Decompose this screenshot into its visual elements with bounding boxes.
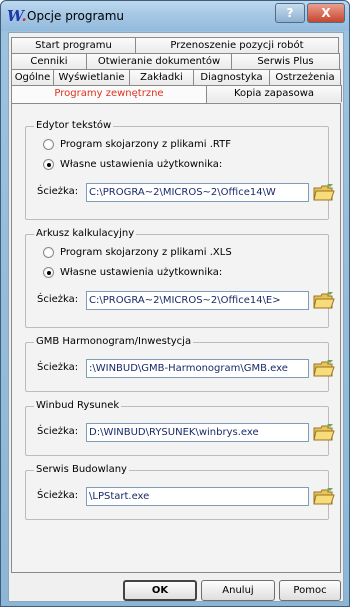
- text-editor-path-input[interactable]: C:\PROGRA~2\MICROS~2\Office14\W: [86, 183, 309, 202]
- radio-button[interactable]: [43, 246, 54, 258]
- group-edytor-tekstow: Edytor tekstów Program skojarzony z plik…: [25, 120, 335, 220]
- browse-folder-icon[interactable]: [313, 290, 335, 310]
- tab-ogolne[interactable]: Ogólne: [11, 69, 54, 86]
- tab-row-1: Start programu Przenoszenie pozycji robó…: [11, 37, 339, 54]
- tab-row-4: Programy zewnętrzne Kopia zapasowa: [11, 85, 342, 104]
- tab-otwieranie-dokumentow[interactable]: Otwieranie dokumentów: [86, 53, 232, 70]
- tab-zakladki[interactable]: Zakładki: [129, 69, 194, 86]
- radio-button-checked[interactable]: [43, 266, 54, 278]
- tab-page-programy-zewnetrzne: Edytor tekstów Program skojarzony z plik…: [11, 103, 341, 573]
- group-title: Winbud Rysunek: [34, 400, 122, 411]
- tab-cenniki[interactable]: Cenniki: [11, 53, 87, 70]
- radio-custom-option[interactable]: Własne ustawienia użytkownika:: [43, 157, 222, 171]
- winbud-app-icon: W.: [7, 7, 27, 25]
- group-title: Edytor tekstów: [34, 120, 114, 131]
- tab-serwis-plus[interactable]: Serwis Plus: [231, 53, 340, 70]
- radio-label: Własne ustawienia użytkownika:: [60, 158, 223, 170]
- path-label: Ścieżka:: [37, 426, 79, 437]
- help-title-button[interactable]: ?: [275, 3, 305, 23]
- ok-button[interactable]: OK: [123, 580, 197, 601]
- radio-label: Program skojarzony z plikami .RTF: [60, 138, 231, 150]
- browse-folder-icon[interactable]: [313, 358, 335, 378]
- options-window: W. Opcje programu ? X Start programu Prz…: [0, 0, 350, 607]
- dialog-client-area: Start programu Przenoszenie pozycji robó…: [8, 32, 344, 602]
- radio-rtf-option[interactable]: Program skojarzony z plikami .RTF: [43, 137, 231, 151]
- radio-label: Program skojarzony z plikami .XLS: [60, 246, 232, 258]
- path-label: Ścieżka:: [37, 362, 79, 373]
- title-bar[interactable]: W. Opcje programu ? X: [1, 1, 349, 31]
- tab-kopia-zapasowa[interactable]: Kopia zapasowa: [206, 85, 342, 102]
- group-serwis-budowlany: Serwis Budowlany Ścieżka: \LPStart.exe: [25, 464, 335, 520]
- path-label: Ścieżka:: [37, 294, 79, 305]
- spreadsheet-path-input[interactable]: C:\PROGRA~2\MICROS~2\Office14\E>: [86, 291, 309, 310]
- help-button[interactable]: Pomoc: [279, 580, 341, 601]
- radio-xls-option[interactable]: Program skojarzony z plikami .XLS: [43, 245, 232, 259]
- path-label: Ścieżka:: [37, 186, 79, 197]
- tab-wyswietlanie[interactable]: Wyświetlanie: [53, 69, 130, 86]
- group-winbud-rysunek: Winbud Rysunek Ścieżka: D:\WINBUD\RYSUNE…: [25, 400, 335, 456]
- radio-button-checked[interactable]: [43, 158, 54, 170]
- cancel-button[interactable]: Anuluj: [201, 580, 275, 601]
- radio-button[interactable]: [43, 138, 54, 150]
- tab-przenoszenie-pozycji[interactable]: Przenoszenie pozycji robót: [135, 37, 339, 54]
- browse-folder-icon[interactable]: [313, 182, 335, 202]
- browse-folder-icon[interactable]: [313, 486, 335, 506]
- window-title: Opcje programu: [27, 9, 125, 23]
- group-gmb-harmonogram: GMB Harmonogram/Inwestycja Ścieżka: :\WI…: [25, 336, 335, 392]
- group-title: GMB Harmonogram/Inwestycja: [34, 336, 194, 347]
- tab-start-programu[interactable]: Start programu: [11, 37, 136, 54]
- tab-diagnostyka[interactable]: Diagnostyka: [193, 69, 270, 86]
- group-title: Arkusz kalkulacyjny: [34, 228, 137, 239]
- radio-label: Własne ustawienia użytkownika:: [60, 266, 223, 278]
- radio-custom-option[interactable]: Własne ustawienia użytkownika:: [43, 265, 222, 279]
- tab-programy-zewnetrzne[interactable]: Programy zewnętrzne: [11, 85, 207, 104]
- rysunek-path-input[interactable]: D:\WINBUD\RYSUNEK\winbrys.exe: [86, 423, 309, 442]
- tab-row-2: Cenniki Otwieranie dokumentów Serwis Plu…: [11, 53, 340, 70]
- tab-ostrzezenia[interactable]: Ostrzeżenia: [269, 69, 341, 86]
- close-button[interactable]: X: [307, 3, 345, 23]
- path-label: Ścieżka:: [37, 490, 79, 501]
- browse-folder-icon[interactable]: [313, 422, 335, 442]
- gmb-path-input[interactable]: :\WINBUD\GMB-Harmonogram\GMB.exe: [86, 359, 309, 378]
- group-title: Serwis Budowlany: [34, 464, 129, 475]
- tab-row-3: Ogólne Wyświetlanie Zakładki Diagnostyka…: [11, 69, 341, 86]
- serwis-path-input[interactable]: \LPStart.exe: [86, 487, 309, 506]
- group-arkusz-kalkulacyjny: Arkusz kalkulacyjny Program skojarzony z…: [25, 228, 335, 328]
